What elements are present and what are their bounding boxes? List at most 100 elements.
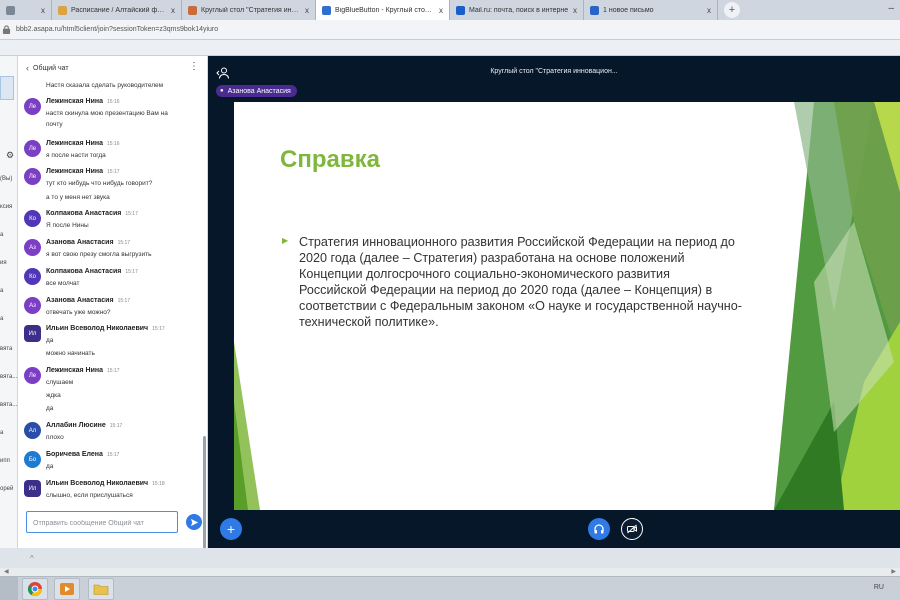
chat-panel: ‹ Общий чат ⋮ Настя сказала сделать руко… xyxy=(18,56,208,566)
browser-tab[interactable]: Круглый стол "Стратегия иннова x xyxy=(182,0,316,20)
user-list-selected-item[interactable] xyxy=(0,76,14,100)
message-text: я после насти тогда xyxy=(46,152,106,159)
message-time: 15:17 xyxy=(125,211,138,217)
user-list-item[interactable]: вята xyxy=(0,346,12,352)
user-list-item[interactable]: (Вы) xyxy=(0,176,12,182)
site-info-icon[interactable] xyxy=(2,24,12,35)
audio-button[interactable] xyxy=(588,518,610,540)
window-minimize-button[interactable]: – xyxy=(888,3,894,14)
tab-close-icon[interactable]: x xyxy=(573,6,577,15)
message-text: все молчат xyxy=(46,280,80,287)
avatar: Бо xyxy=(24,451,41,468)
avatar: Ле xyxy=(24,168,41,185)
tab-favicon-icon xyxy=(58,5,67,15)
talking-indicator[interactable]: ● Азанова Анастасия xyxy=(216,85,297,97)
browser-tab[interactable]: 1 новое письмо x xyxy=(584,0,718,20)
address-bar: bbb2.asapa.ru/html5client/join?sessionTo… xyxy=(0,20,900,40)
browser-tab-active[interactable]: BigBlueButton - Круглый стол "С x xyxy=(316,0,450,20)
send-button[interactable] xyxy=(186,514,202,530)
message-author: Азанова Анастасия 15:17 xyxy=(46,297,130,304)
user-list-item[interactable]: вята... xyxy=(0,402,17,408)
chat-scrollbar[interactable] xyxy=(203,436,206,566)
slide-body-text: Стратегия инновационного развития Россий… xyxy=(299,235,742,329)
message-text: тут кто нибудь что нибудь говорит? xyxy=(46,180,153,187)
browser-tab[interactable]: Расписание / Алтайский филиал x xyxy=(52,0,182,20)
chat-message-input[interactable] xyxy=(27,513,177,534)
toolbar-strip xyxy=(0,40,900,56)
bullet-arrow-icon: ▶ xyxy=(282,236,289,245)
message-text: настя скинула мою презентацию Вам на xyxy=(46,110,168,117)
settings-icon[interactable]: ⚙ xyxy=(6,150,14,161)
chat-title[interactable]: Общий чат xyxy=(33,65,69,72)
browser-tab[interactable]: Mail.ru: почта, поиск в интерне x xyxy=(450,0,584,20)
language-indicator[interactable]: RU xyxy=(874,584,884,591)
user-list-item[interactable]: ипп xyxy=(0,458,10,464)
actions-plus-button[interactable]: + xyxy=(220,518,242,540)
message-author: Лежинская Нина 15:16 xyxy=(46,98,120,105)
taskbar-explorer-button[interactable] xyxy=(88,578,114,600)
author-name: Колпакова Анастасия xyxy=(46,210,122,217)
message-text: Я после Нины xyxy=(46,222,89,229)
actions-bar: + xyxy=(208,510,900,548)
horizontal-scrollbar[interactable]: ◀ ▶ xyxy=(0,568,900,576)
avatar: Ле xyxy=(24,367,41,384)
tab-close-icon[interactable]: x xyxy=(171,6,175,15)
tab-favicon-icon xyxy=(590,5,599,15)
new-tab-button[interactable]: + xyxy=(724,2,740,18)
message-author: Лежинская Нина 15:17 xyxy=(46,168,120,175)
chat-input-box[interactable] xyxy=(26,511,178,534)
user-list-item[interactable]: вята... xyxy=(0,374,17,380)
meeting-title: Круглый стол "Стратегия инновацион... xyxy=(490,68,618,75)
user-list-item[interactable]: а xyxy=(0,430,3,436)
user-list-item[interactable]: ия xyxy=(0,260,7,266)
message-author: Колпакова Анастасия 15:17 xyxy=(46,268,138,275)
message-time: 15:17 xyxy=(125,269,138,275)
message-author: Аллабин Люсине 15:17 xyxy=(46,422,122,429)
tab-favicon-icon xyxy=(322,5,331,15)
send-icon xyxy=(190,518,198,526)
user-list-item[interactable]: ксия xyxy=(0,204,12,210)
author-name: Колпакова Анастасия xyxy=(46,268,122,275)
author-name: Ильин Всеволод Николаевич xyxy=(46,325,149,332)
user-list-item[interactable]: а xyxy=(0,232,3,238)
message-author: Азанова Анастасия 15:17 xyxy=(46,239,130,246)
message-time: 15:17 xyxy=(106,452,120,458)
user-list-panel: ⚙ (Вы) ксия а ия а а вята вята... вята..… xyxy=(0,56,18,548)
avatar: Ил xyxy=(24,480,41,497)
message-text: да xyxy=(46,337,54,344)
message-time: 15:16 xyxy=(107,99,120,105)
author-name: Азанова Анастасия xyxy=(46,239,114,246)
taskbar-media-button[interactable] xyxy=(54,578,80,600)
user-list-item[interactable]: орей xyxy=(0,486,13,492)
message-author: Лежинская Нина 15:16 xyxy=(46,140,120,147)
tab-title: Круглый стол "Стратегия иннова xyxy=(201,6,301,14)
message-time: 15:16 xyxy=(107,141,120,147)
user-list-item[interactable]: а xyxy=(0,316,3,322)
avatar: Аз xyxy=(24,239,41,256)
avatar: Ле xyxy=(24,98,41,115)
user-list-item[interactable]: а xyxy=(0,288,3,294)
message-text: можно начинать xyxy=(46,350,95,357)
media-player-icon xyxy=(60,583,74,595)
chat-message-list: Настя сказала сделать руководителем Ле Л… xyxy=(18,82,204,508)
video-button[interactable] xyxy=(621,518,643,540)
url-text[interactable]: bbb2.asapa.ru/html5client/join?sessionTo… xyxy=(16,26,218,33)
avatar: Ле xyxy=(24,140,41,157)
message-text: я вот свою презу смогла выгрузить xyxy=(46,251,152,258)
expand-indicator-icon[interactable]: ^ xyxy=(30,554,34,563)
presentation-slide: Справка ▶ Стратегия инновационного разви… xyxy=(234,102,900,510)
start-button[interactable] xyxy=(0,577,18,600)
chevron-left-icon[interactable]: ‹ xyxy=(26,63,29,73)
avatar: Ко xyxy=(24,268,41,285)
tab-close-icon[interactable]: x xyxy=(439,6,443,15)
scroll-right-icon[interactable]: ▶ xyxy=(891,568,896,575)
tab-close-icon[interactable]: x xyxy=(305,6,309,15)
browser-tab[interactable]: x xyxy=(0,0,52,20)
author-name: Боричева Елена xyxy=(46,451,103,458)
tab-close-icon[interactable]: x xyxy=(707,6,711,15)
taskbar-chrome-button[interactable] xyxy=(22,578,48,600)
tab-close-icon[interactable]: x xyxy=(41,6,45,15)
scroll-left-icon[interactable]: ◀ xyxy=(4,568,9,575)
author-name: Лежинская Нина xyxy=(46,168,104,175)
more-options-icon[interactable]: ⋮ xyxy=(189,61,199,72)
